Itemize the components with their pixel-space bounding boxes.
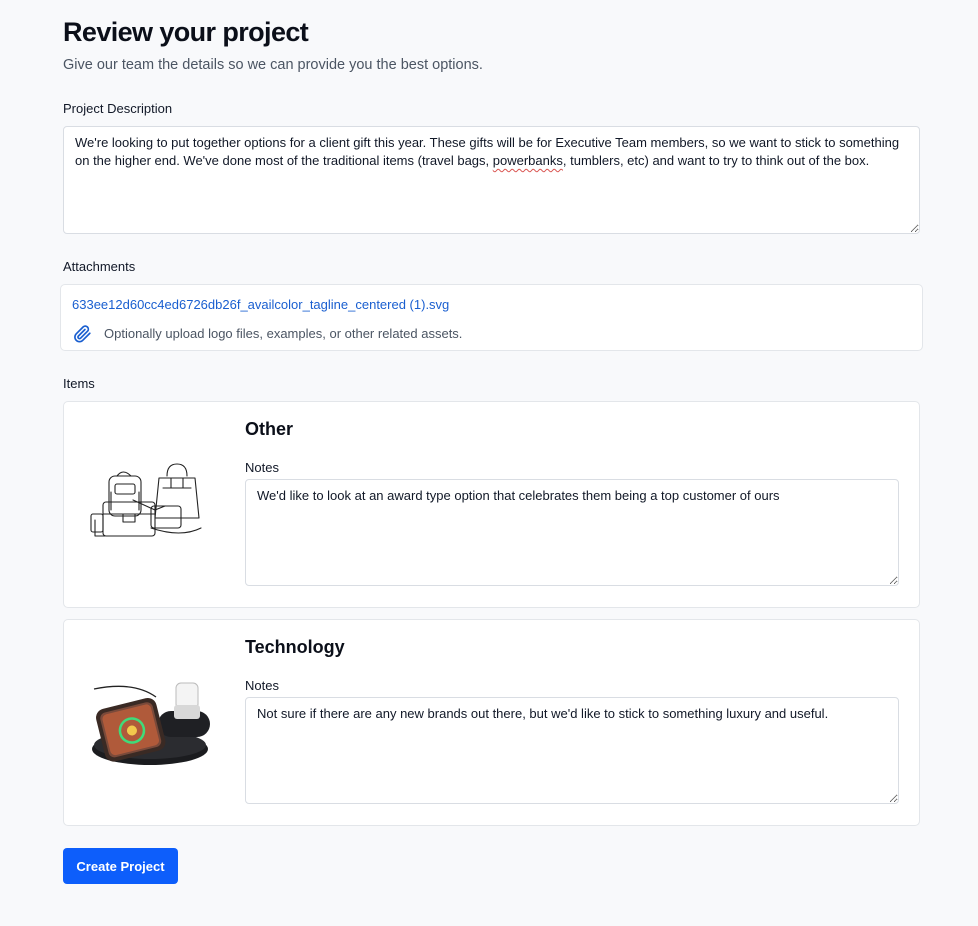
item-notes-textarea[interactable]: Not sure if there are any new brands out… (245, 697, 899, 804)
attachments-label: Attachments (63, 259, 136, 274)
notes-label: Notes (245, 678, 279, 693)
notes-label: Notes (245, 460, 279, 475)
item-title: Technology (245, 637, 345, 657)
page-title: Review your project (63, 17, 309, 47)
attachment-file-link[interactable]: 633ee12d60cc4ed6726db26f_availcolor_tagl… (72, 297, 449, 312)
item-notes-textarea[interactable]: We'd like to look at an award type optio… (245, 479, 899, 586)
item-card-technology: Technology Notes Not sure if there are a… (63, 619, 920, 826)
bags-image (89, 462, 209, 547)
items-label: Items (63, 376, 95, 391)
project-description-textarea[interactable]: We're looking to put together options fo… (63, 126, 920, 234)
paperclip-icon[interactable] (72, 324, 92, 344)
attachments-dropzone[interactable]: 633ee12d60cc4ed6726db26f_availcolor_tagl… (60, 284, 923, 351)
item-card-other: Other Notes We'd like to look at an awar… (63, 401, 920, 608)
misspelled-word: powerbanks (492, 153, 563, 168)
wireless-charger-image (92, 675, 216, 776)
description-text-end: , tumblers, etc) and want to try to thin… (562, 153, 870, 168)
item-title: Other (245, 419, 294, 439)
page-subtitle: Give our team the details so we can prov… (63, 57, 483, 73)
create-project-button[interactable]: Create Project (63, 848, 178, 884)
attachments-hint: Optionally upload logo files, examples, … (104, 326, 463, 341)
project-description-label: Project Description (63, 101, 173, 116)
